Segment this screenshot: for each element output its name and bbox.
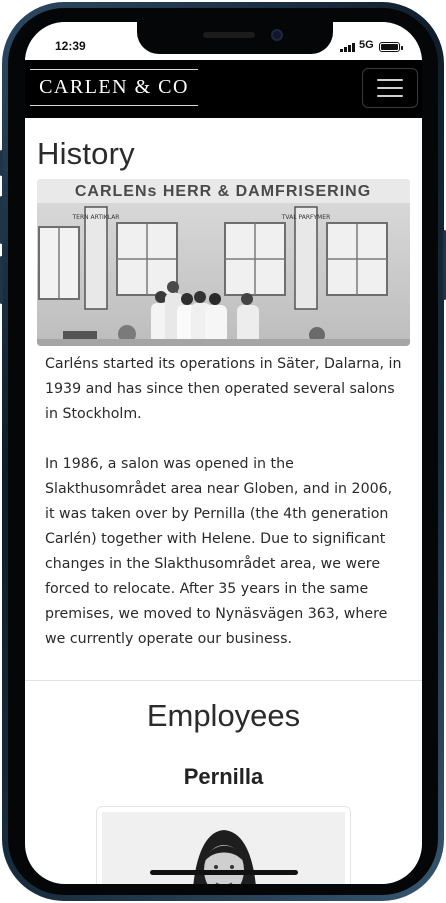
volume-down-button <box>0 256 3 304</box>
menu-toggle-button[interactable] <box>362 68 418 108</box>
battery-icon <box>379 42 403 52</box>
screen: 12:39 5G CARLEN & CO History CARLENs HER… <box>25 22 422 884</box>
history-paragraph: In 1986, a salon was opened in the Slakt… <box>45 456 393 647</box>
brand-logo[interactable]: CARLEN & CO <box>30 69 198 106</box>
side-button <box>0 150 3 176</box>
section-divider <box>25 680 422 681</box>
hamburger-line <box>377 87 403 89</box>
status-time: 12:39 <box>55 39 86 53</box>
status-bar: 12:39 5G <box>25 22 422 60</box>
photo-sign-left: TERN ARTIKLAR <box>72 214 120 221</box>
history-photo: CARLENs HERR & DAMFRISERING TERN ARTIKLA… <box>37 179 410 346</box>
photo-sign-right: TVAL PARFYMER <box>281 214 331 221</box>
hamburger-line <box>377 95 403 97</box>
volume-up-button <box>0 196 3 244</box>
history-paragraph: Carléns started its operations in Säter,… <box>45 356 402 422</box>
network-label: 5G <box>359 39 374 51</box>
salon-photo-illustration: CARLENs HERR & DAMFRISERING TERN ARTIKLA… <box>37 179 410 346</box>
photo-sign-text: CARLENs HERR & DAMFRISERING <box>75 183 371 200</box>
speaker-grille <box>203 32 255 38</box>
employees-title: Employees <box>146 698 301 733</box>
employee-name: Pernilla <box>183 764 264 789</box>
history-text: Carléns started its operations in Säter,… <box>45 352 405 677</box>
notch <box>137 22 333 54</box>
front-camera <box>271 29 283 41</box>
home-indicator[interactable] <box>150 870 298 875</box>
history-title: History <box>37 136 135 171</box>
navbar: CARLEN & CO <box>25 60 422 118</box>
hamburger-line <box>377 79 403 81</box>
signal-icon <box>340 43 355 52</box>
